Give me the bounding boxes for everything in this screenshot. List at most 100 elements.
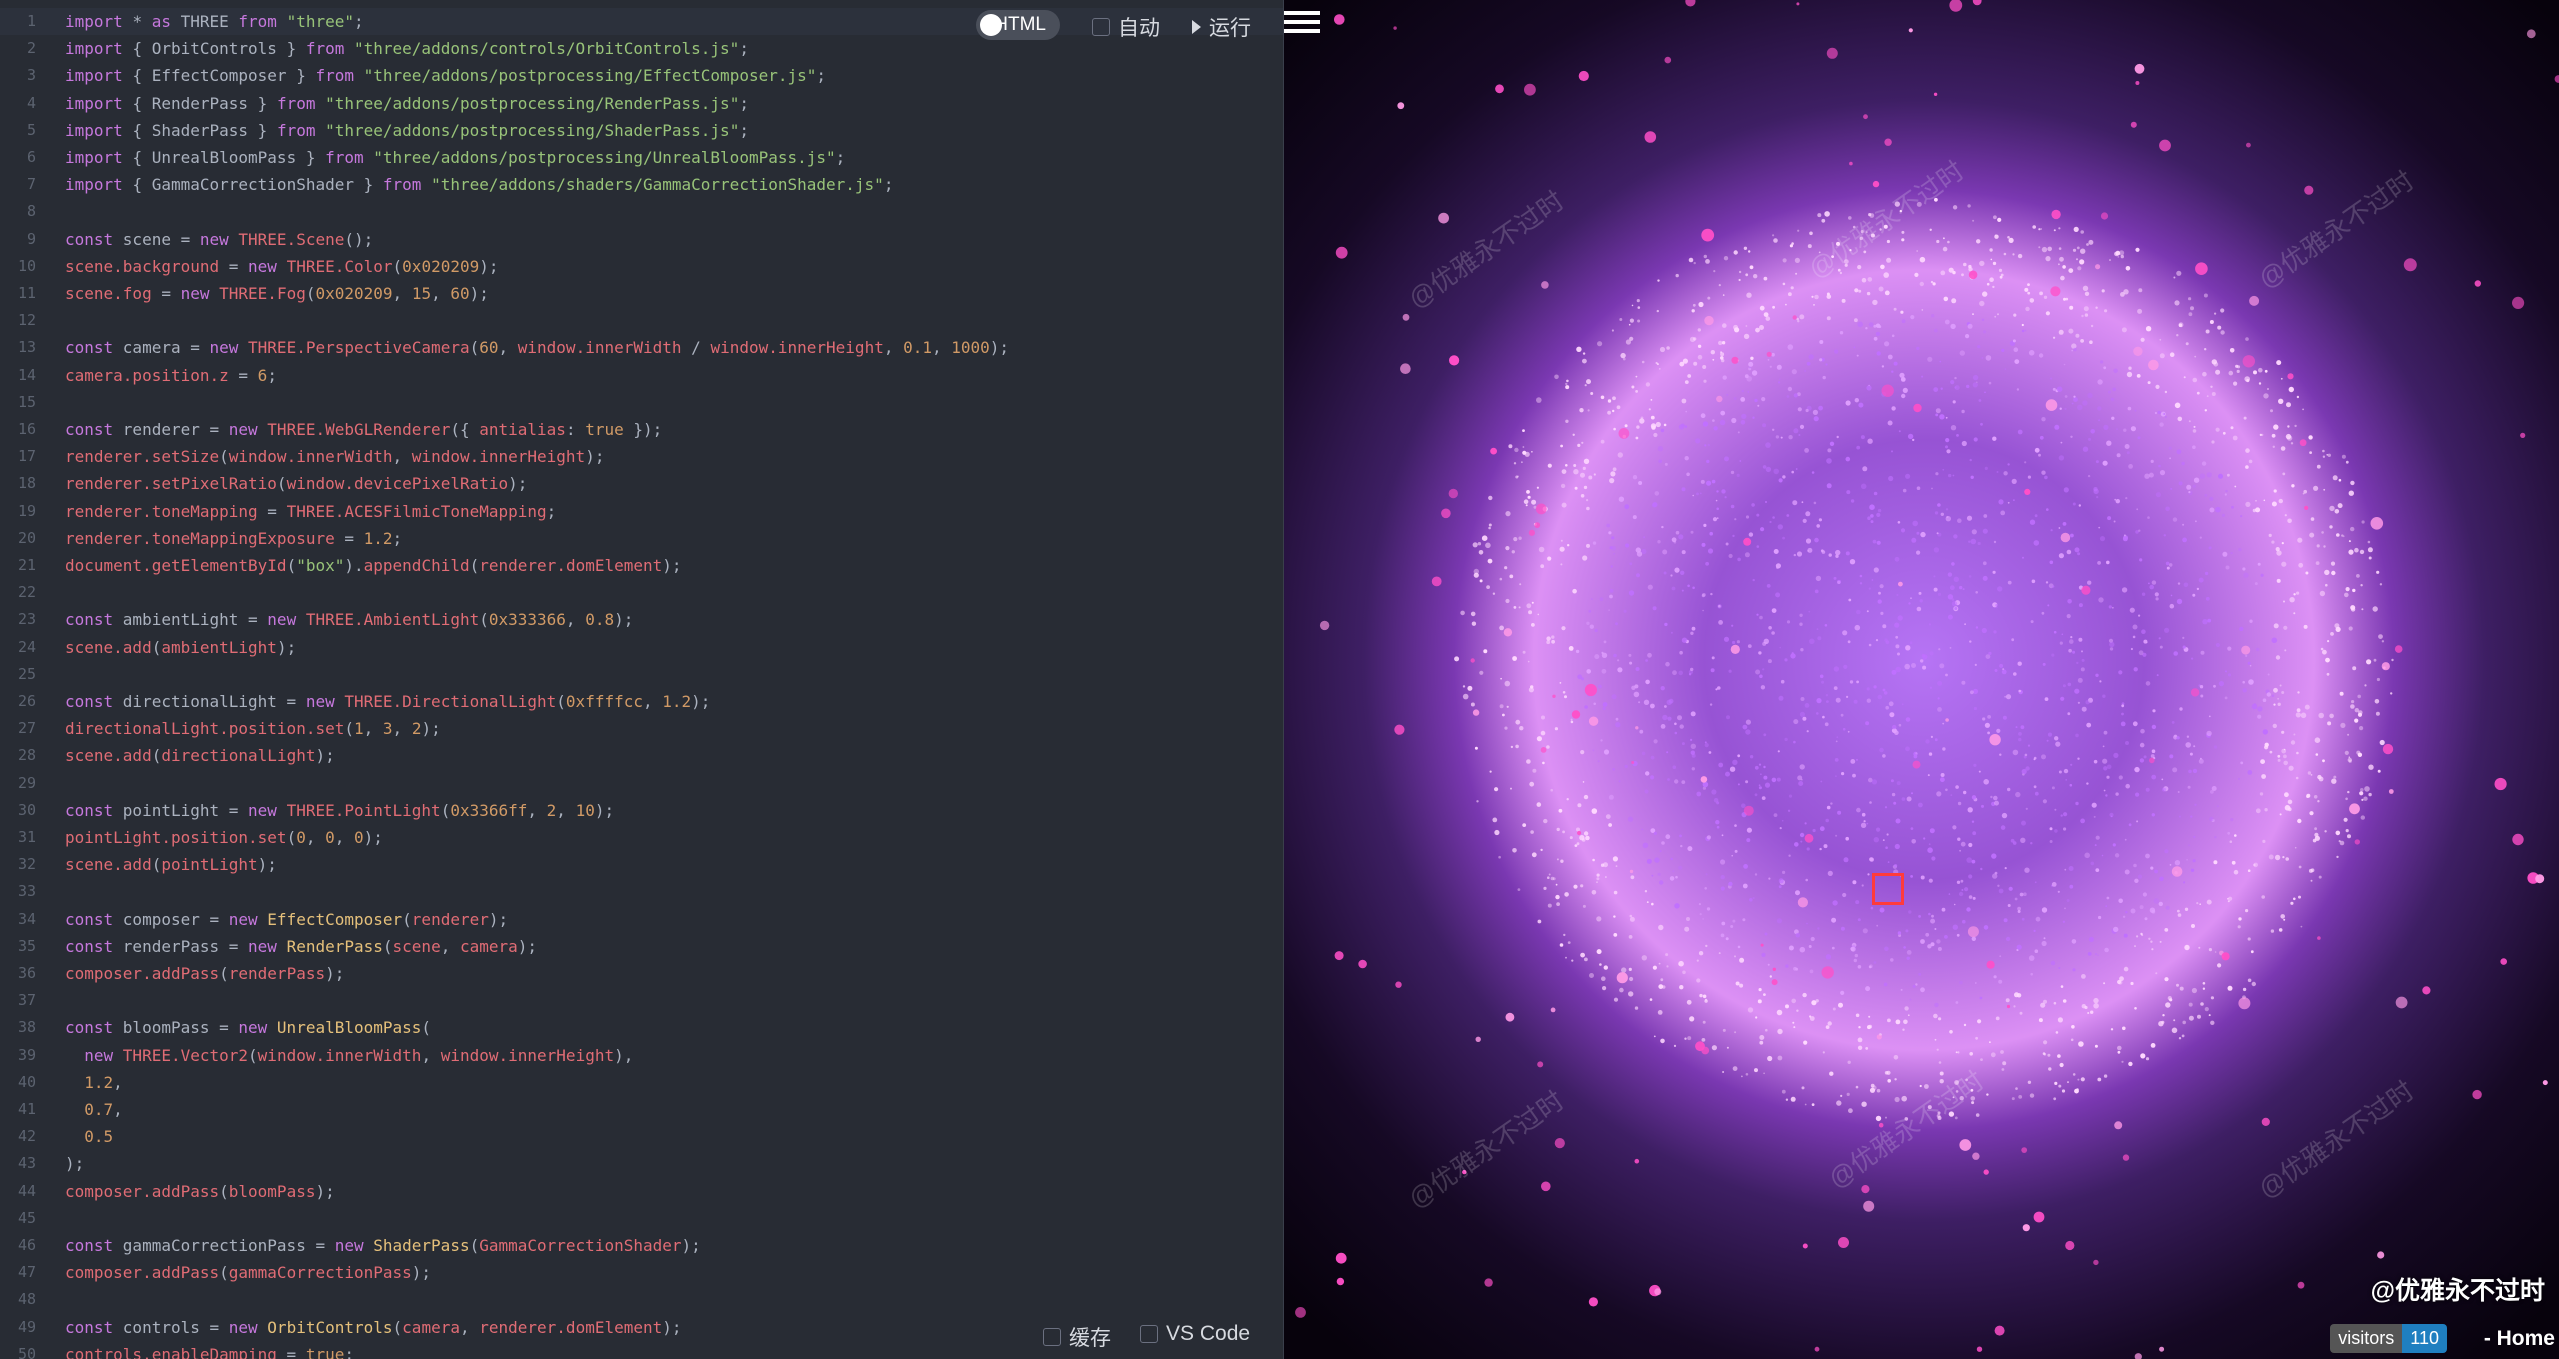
code-line[interactable]: 25 bbox=[0, 661, 1283, 688]
code-line[interactable]: 27 directionalLight.position.set(1, 3, 2)… bbox=[0, 715, 1283, 742]
code-text: scene.add(directionalLight); bbox=[65, 746, 335, 766]
code-line[interactable]: 28 scene.add(directionalLight); bbox=[0, 742, 1283, 769]
code-line[interactable]: 40 1.2, bbox=[0, 1069, 1283, 1096]
code-line[interactable]: 2 import { OrbitControls } from "three/ad… bbox=[0, 35, 1283, 62]
line-number: 48 bbox=[17, 1290, 36, 1309]
code-line[interactable]: 4 import { RenderPass } from "three/addon… bbox=[0, 90, 1283, 117]
code-text: new THREE.Vector2(window.innerWidth, win… bbox=[84, 1045, 634, 1065]
line-number: 21 bbox=[17, 556, 36, 574]
code-line[interactable]: 7 import { GammaCorrectionShader } from "… bbox=[0, 171, 1283, 198]
code-line[interactable]: 24 scene.add(ambientLight); bbox=[0, 634, 1283, 661]
line-number: 44 bbox=[17, 1181, 36, 1200]
code-text: composer.addPass(bloomPass); bbox=[65, 1181, 335, 1201]
code-line[interactable]: 1 import * as THREE from "three"; bbox=[0, 8, 1283, 36]
line-number: 20 bbox=[17, 528, 36, 547]
code-text: import { UnrealBloomPass } from "three/a… bbox=[65, 148, 846, 167]
code-line[interactable]: 46 const gammaCorrectionPass = new Shader… bbox=[0, 1232, 1283, 1259]
code-line[interactable]: 20 renderer.toneMappingExposure = 1.2; bbox=[0, 525, 1283, 552]
code-line[interactable]: 3 import { EffectComposer } from "three/a… bbox=[0, 62, 1283, 89]
home-link[interactable]: - Home bbox=[2484, 1327, 2555, 1351]
code-line[interactable]: 18 renderer.setPixelRatio(window.devicePi… bbox=[0, 470, 1283, 497]
cache-option[interactable]: 缓存 bbox=[1043, 1322, 1111, 1352]
code-line[interactable]: 38 const bloomPass = new UnrealBloomPass( bbox=[0, 1014, 1283, 1041]
line-number: 24 bbox=[17, 637, 36, 656]
code-line[interactable]: 35 const renderPass = new RenderPass(scen… bbox=[0, 933, 1283, 960]
auto-run-option[interactable]: 自动 bbox=[1092, 12, 1160, 42]
code-line[interactable]: 11 scene.fog = new THREE.Fog(0x020209, 15… bbox=[0, 280, 1283, 307]
code-text: import * as THREE from "three"; bbox=[65, 12, 364, 31]
code-line[interactable]: 29 bbox=[0, 770, 1283, 797]
code-line[interactable]: 34 const composer = new EffectComposer(re… bbox=[0, 906, 1283, 933]
menu-bar bbox=[1284, 20, 1320, 24]
code-line[interactable]: 16 const renderer = new THREE.WebGLRender… bbox=[0, 416, 1283, 443]
line-number: 36 bbox=[17, 964, 36, 982]
code-line[interactable]: 22 bbox=[0, 579, 1283, 606]
code-line[interactable]: 31 pointLight.position.set(0, 0, 0); bbox=[0, 824, 1283, 851]
code-line[interactable]: 41 0.7, bbox=[0, 1096, 1283, 1123]
line-number: 23 bbox=[17, 610, 36, 629]
line-number: 30 bbox=[17, 800, 36, 819]
code-line[interactable]: 15 bbox=[0, 389, 1283, 416]
highlight-box bbox=[1872, 873, 1904, 905]
code-text: import { EffectComposer } from "three/ad… bbox=[65, 66, 827, 86]
line-number: 34 bbox=[17, 909, 36, 928]
code-text: 0.7, bbox=[84, 1100, 123, 1119]
line-number: 50 bbox=[17, 1344, 36, 1359]
line-number: 25 bbox=[17, 664, 36, 683]
line-number: 33 bbox=[17, 882, 36, 901]
line-number: 5 bbox=[26, 120, 36, 139]
code-text: const renderer = new THREE.WebGLRenderer… bbox=[65, 420, 663, 439]
line-number: 31 bbox=[17, 828, 36, 846]
line-number: 27 bbox=[17, 719, 36, 738]
code-text: scene.add(ambientLight); bbox=[65, 637, 297, 657]
code-line[interactable]: 14 camera.position.z = 6; bbox=[0, 362, 1283, 389]
code-line[interactable]: 8 bbox=[0, 198, 1283, 225]
code-line[interactable]: 19 renderer.toneMapping = THREE.ACESFilmi… bbox=[0, 498, 1283, 525]
run-button[interactable]: 运行 bbox=[1192, 12, 1251, 42]
code-line[interactable]: 48 bbox=[0, 1286, 1283, 1313]
html-toggle-group[interactable]: HTML bbox=[976, 10, 1060, 40]
html-toggle[interactable]: HTML bbox=[976, 10, 1060, 40]
visitors-count: 110 bbox=[2402, 1324, 2447, 1353]
code-line[interactable]: 23 const ambientLight = new THREE.Ambient… bbox=[0, 606, 1283, 633]
line-number: 2 bbox=[26, 39, 36, 58]
code-line[interactable]: 32 scene.add(pointLight); bbox=[0, 851, 1283, 878]
code-line[interactable]: 44 composer.addPass(bloomPass); bbox=[0, 1178, 1283, 1205]
code-line[interactable]: 21 document.getElementById("box").appendC… bbox=[0, 552, 1283, 579]
code-line[interactable]: 47 composer.addPass(gammaCorrectionPass); bbox=[0, 1259, 1283, 1286]
code-line[interactable]: 30 const pointLight = new THREE.PointLigh… bbox=[0, 797, 1283, 824]
code-line[interactable]: 45 bbox=[0, 1205, 1283, 1232]
code-line[interactable]: 13 const camera = new THREE.PerspectiveCa… bbox=[0, 334, 1283, 361]
toggle-knob bbox=[980, 14, 1002, 36]
code-line[interactable]: 5 import { ShaderPass } from "three/addon… bbox=[0, 117, 1283, 144]
preview-canvas[interactable]: @优雅永不过时 @优雅永不过时 @优雅永不过时 @优雅永不过时 @优雅永不过时 … bbox=[1284, 0, 2559, 1359]
line-number: 12 bbox=[17, 311, 36, 330]
cache-checkbox[interactable] bbox=[1043, 1328, 1061, 1346]
code-text: controls.enableDamping = true; bbox=[65, 1344, 354, 1359]
line-number: 35 bbox=[17, 936, 36, 955]
code-line[interactable]: 36 composer.addPass(renderPass); bbox=[0, 960, 1283, 987]
vscode-option[interactable]: VS Code bbox=[1140, 1322, 1250, 1346]
menu-icon[interactable] bbox=[1284, 6, 1320, 42]
line-number: 13 bbox=[17, 338, 36, 357]
code-line[interactable]: 39 new THREE.Vector2(window.innerWidth, … bbox=[0, 1042, 1283, 1069]
code-line[interactable]: 17 renderer.setSize(window.innerWidth, wi… bbox=[0, 443, 1283, 470]
code-editor[interactable]: 1 import * as THREE from "three"; 2 import … bbox=[0, 0, 1284, 1359]
code-line[interactable]: 43); bbox=[0, 1150, 1283, 1177]
code-line[interactable]: 26 const directionalLight = new THREE.Dir… bbox=[0, 688, 1283, 715]
line-number: 4 bbox=[26, 93, 36, 112]
line-number: 41 bbox=[17, 1100, 36, 1118]
code-line[interactable]: 10 scene.background = new THREE.Color(0x0… bbox=[0, 253, 1283, 280]
code-line[interactable]: 6 import { UnrealBloomPass } from "three/… bbox=[0, 144, 1283, 171]
line-number: 9 bbox=[26, 229, 36, 248]
code-line[interactable]: 9 const scene = new THREE.Scene(); bbox=[0, 226, 1283, 253]
line-number: 19 bbox=[17, 501, 36, 520]
auto-checkbox[interactable] bbox=[1092, 18, 1110, 36]
code-text: 1.2, bbox=[84, 1072, 123, 1092]
code-line[interactable]: 37 bbox=[0, 987, 1283, 1014]
line-number: 40 bbox=[17, 1072, 36, 1091]
vscode-checkbox[interactable] bbox=[1140, 1325, 1158, 1343]
code-line[interactable]: 12 bbox=[0, 307, 1283, 334]
code-line[interactable]: 42 0.5 bbox=[0, 1123, 1283, 1150]
code-line[interactable]: 33 bbox=[0, 878, 1283, 905]
